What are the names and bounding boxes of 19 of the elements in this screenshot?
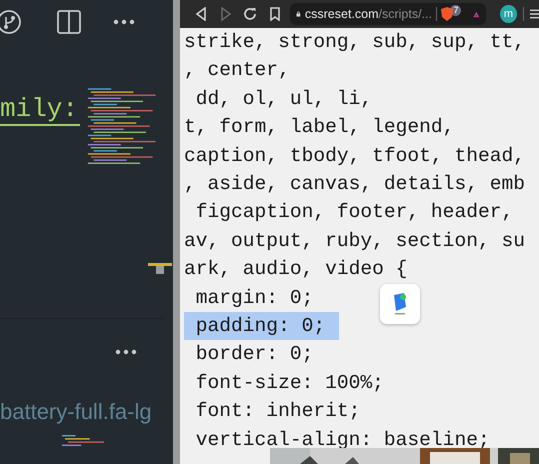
code-line: strike, strong, sub, sup, tt, (184, 30, 525, 55)
url-path: /scripts/... (378, 6, 432, 23)
code-line: , aside, canvas, details, emb (184, 172, 525, 198)
code-line: font: inherit; (194, 399, 360, 424)
code-line: figcaption, footer, header, (194, 200, 514, 226)
code-line: font-size: 100%; (194, 370, 384, 396)
code-text: mily: (0, 94, 80, 126)
code-text: battery-full.fa-lg (0, 398, 153, 426)
code-line: margin: 0; (194, 286, 314, 311)
code-line: caption, tbody, tfoot, thead, (184, 144, 525, 169)
address-bar[interactable]: cssreset.com/scripts/... 7 (290, 3, 486, 25)
code-line: border: 0; (194, 342, 314, 368)
code-line: ark, audio, video { (184, 257, 408, 282)
code-line: av, output, ruby, section, su (184, 228, 525, 254)
url-host: cssreset.com (304, 6, 379, 23)
code-line: vertical-align: baseline; (194, 428, 490, 453)
code-line: , center, (184, 58, 290, 84)
code-line: dd, ol, ul, li, (194, 86, 372, 112)
code-line: t, form, label, legend, (184, 115, 454, 140)
